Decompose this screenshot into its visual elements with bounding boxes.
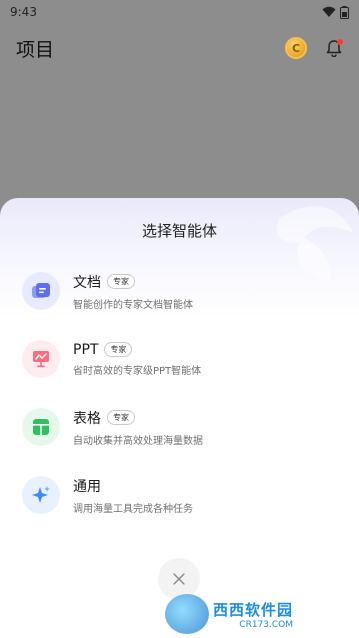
agent-name: 通用	[73, 478, 101, 495]
status-icons	[322, 5, 349, 19]
agent-name: 文档	[73, 274, 101, 291]
watermark-main-text: 西西软件园	[213, 600, 294, 619]
close-icon	[173, 573, 185, 585]
watermark-logo-icon	[165, 594, 209, 634]
status-bar: 9:43	[0, 0, 359, 24]
agent-description: 调用海量工具完成各种任务	[73, 503, 193, 515]
battery-icon	[340, 5, 349, 19]
expert-badge: 专家	[104, 342, 133, 357]
agent-description: 自动收集并高效处理海量数据	[73, 435, 203, 447]
app-header: 项目 C	[0, 28, 359, 68]
page-title: 项目	[16, 38, 55, 61]
agent-item-ppt[interactable]: PPT 专家 省时高效的专家级PPT智能体	[22, 334, 332, 384]
presentation-icon	[22, 340, 60, 378]
agent-item-general[interactable]: 通用 调用海量工具完成各种任务	[22, 470, 332, 520]
agent-description: 智能创作的专家文档智能体	[73, 299, 193, 311]
agent-item-table[interactable]: 表格 专家 自动收集并高效处理海量数据	[22, 402, 332, 452]
agent-name: PPT	[73, 341, 99, 358]
watermark-sub-text: CR173.COM	[239, 619, 294, 630]
expert-badge: 专家	[107, 410, 135, 425]
notification-button[interactable]	[323, 37, 345, 59]
header-actions: C	[285, 37, 345, 59]
notification-dot	[337, 39, 343, 45]
coin-icon[interactable]: C	[285, 37, 307, 59]
wifi-icon	[322, 6, 336, 17]
table-icon	[22, 408, 60, 446]
status-time: 9:43	[10, 5, 37, 19]
sparkle-icon	[22, 476, 60, 514]
agent-item-document[interactable]: 文档 专家 智能创作的专家文档智能体	[22, 266, 332, 316]
document-icon	[22, 272, 60, 310]
watermark: 西西软件园 CR173.COM	[165, 594, 355, 634]
agent-name: 表格	[73, 410, 101, 427]
sheet-title: 选择智能体	[141, 222, 217, 240]
agent-description: 省时高效的专家级PPT智能体	[73, 365, 202, 377]
expert-badge: 专家	[107, 274, 135, 289]
